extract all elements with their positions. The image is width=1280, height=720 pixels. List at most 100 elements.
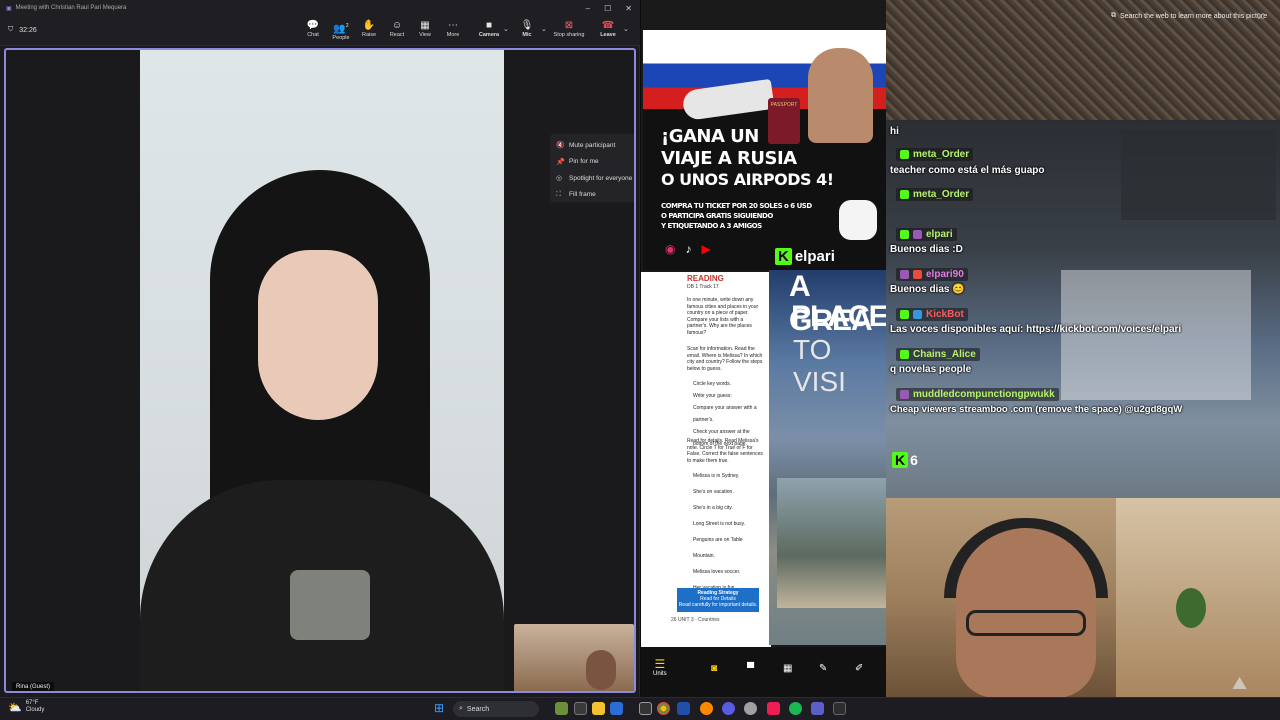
chat-user-6: Chains_Alice	[896, 348, 980, 361]
airpods-graphic	[839, 200, 877, 240]
highlighter-tool-icon[interactable]: ✐	[855, 663, 863, 674]
watermark-logo-icon: ⛰	[1232, 673, 1248, 693]
spotlight-menu-item[interactable]: ◎ Spotlight for everyone	[550, 170, 634, 187]
taskbar-app-1-icon[interactable]	[555, 702, 568, 715]
more-button[interactable]: ⋯ More	[439, 20, 467, 44]
shirt-graphic	[290, 570, 370, 640]
leave-icon: ☎	[601, 20, 615, 31]
audio-tool-icon[interactable]: ◙	[711, 663, 717, 674]
raise-hand-icon: ✋	[362, 20, 376, 31]
exercise-a: In one minute, write down any famous cit…	[687, 297, 759, 336]
page-footer: 26 UNIT 3 · Countries	[671, 617, 720, 623]
textbook-page: READING DB 1 Track 17 In one minute, wri…	[641, 272, 771, 647]
teams-logo-icon: ▣	[6, 5, 12, 12]
units-button[interactable]: ☰ Units	[653, 657, 667, 677]
spotlight-icon: ◎	[556, 175, 563, 183]
title-bar: ▣ Meeting with Christian Raul Pari Meque…	[0, 0, 640, 16]
taskbar-search[interactable]: ⌕ Search	[453, 701, 539, 717]
mute-icon: 🔇	[556, 142, 565, 150]
participant-context-menu: 🔇 Mute participant 📌 Pin for me ◎ Spotli…	[550, 134, 634, 204]
close-icon[interactable]: ✕	[625, 4, 632, 13]
mic-badge-icon	[913, 230, 922, 239]
start-icon[interactable]: ⊞	[434, 701, 444, 715]
true-false-list: Melissa is in Sydney. She's on vacation.…	[693, 473, 746, 591]
kick-logo-icon: K	[775, 248, 792, 265]
react-button[interactable]: ☺ React	[383, 20, 411, 44]
maximize-icon[interactable]: ☐	[604, 4, 611, 13]
sub-badge-icon	[900, 270, 909, 279]
stop-sharing-button[interactable]: ⊠ Stop sharing	[553, 20, 585, 44]
pen-tool-icon[interactable]: ✎	[819, 663, 827, 674]
taskbar-app-7-icon[interactable]	[789, 702, 802, 715]
minimize-icon[interactable]: –	[586, 4, 590, 13]
participant-video[interactable]	[140, 50, 504, 691]
teams-window: ▣ Meeting with Christian Raul Pari Meque…	[0, 0, 640, 697]
video-stage: Rina (Guest) 🔇 Mute participant 📌 Pin fo…	[4, 48, 636, 693]
chat-button[interactable]: 💬 Chat	[299, 20, 327, 44]
taskbar-app-6-icon[interactable]	[744, 702, 757, 715]
promo-line-1: ¡GANA UN	[661, 126, 759, 147]
promo-line-3: O UNOS AIRPODS 4!	[661, 170, 834, 189]
taskbar-app-5-icon[interactable]	[722, 702, 735, 715]
pin-for-me-menu-item[interactable]: 📌 Pin for me	[550, 154, 634, 171]
weather-widget[interactable]: ⛅ 67°F Cloudy	[8, 700, 44, 714]
leave-options-chevron-icon[interactable]: ⌄	[623, 25, 629, 33]
windows-taskbar: ⛅ 67°F Cloudy ⊞ ⌕ Search	[0, 697, 1280, 720]
firefox-icon[interactable]	[700, 702, 713, 715]
streamer-webcam: ⛰	[886, 498, 1280, 697]
tiktok-app-icon[interactable]	[767, 702, 780, 715]
mute-participant-menu-item[interactable]: 🔇 Mute participant	[550, 137, 634, 154]
mic-button[interactable]: 🎙 Mic	[513, 20, 541, 44]
view-icon: ▦	[420, 20, 430, 31]
chat-user-1: meta_Order	[896, 148, 974, 161]
file-explorer-icon[interactable]	[592, 702, 605, 715]
youtube-icon: ▶	[701, 242, 711, 256]
meeting-timer: ⛉ 32:26	[8, 26, 37, 34]
taskbar-app-2-icon[interactable]	[610, 702, 623, 715]
camera-options-chevron-icon[interactable]: ⌄	[503, 25, 509, 33]
bot-badge-icon	[913, 310, 922, 319]
gift-badge-icon	[913, 270, 922, 279]
kick-badge-icon	[900, 230, 909, 239]
city-title-2: PLACE	[791, 300, 889, 333]
teams-app-icon[interactable]	[811, 702, 824, 715]
promo-banner: PASSPORT ¡GANA UN VIAJE A RUSIA O UNOS A…	[643, 30, 886, 270]
city-photo: A GREA PLACE TO VISI	[769, 270, 889, 645]
taskbar-app-3-icon[interactable]	[639, 702, 652, 715]
grid-tool-icon[interactable]: ▦	[783, 663, 792, 674]
people-button[interactable]: 👥2 People	[327, 20, 355, 44]
tiktok-icon: ♪	[685, 242, 692, 256]
mic-options-chevron-icon[interactable]: ⌄	[541, 25, 547, 33]
taskbar-app-8-icon[interactable]	[833, 702, 846, 715]
brand-logo: K elpari	[775, 248, 835, 265]
chat-user-7: muddledcompunctiongpwukk	[896, 388, 1059, 401]
self-view-video[interactable]	[514, 624, 634, 691]
chat-user-4: elpari90	[896, 268, 968, 281]
chat-message-1: teacher como está el más guapo	[890, 165, 1045, 176]
chat-icon: 💬	[306, 20, 320, 31]
chrome-icon[interactable]	[657, 702, 670, 715]
raise-hand-button[interactable]: ✋ Raise	[355, 20, 383, 44]
react-icon: ☺	[391, 20, 403, 31]
timer-value: 32:26	[19, 26, 37, 34]
kick-badge-icon	[900, 150, 909, 159]
leave-button[interactable]: ☎ Leave	[594, 20, 622, 44]
camera-button[interactable]: ■ Camera	[475, 20, 503, 44]
section-title: READING	[687, 274, 724, 283]
units-icon: ☰	[654, 657, 666, 671]
search-web-hint[interactable]: ⧉ Search the web to learn more about thi…	[1111, 12, 1267, 20]
chat-message-6: q novelas people	[890, 364, 972, 375]
search-icon: ⌕	[459, 705, 463, 712]
penguins-photo	[777, 478, 887, 608]
plant	[1176, 588, 1206, 628]
view-button[interactable]: ▦ View	[411, 20, 439, 44]
email-window	[1061, 270, 1251, 400]
expand-icon[interactable]: ⛶	[1258, 12, 1264, 22]
chat-message-3: Buenos dias :D	[890, 244, 963, 255]
page-tool-icon[interactable]: ▀	[747, 663, 754, 674]
chat-message-4: Buenos dias 😊	[890, 284, 965, 295]
taskbar-app-4-icon[interactable]	[677, 702, 690, 715]
exercise-b: Scan for information. Read the email. Wh…	[687, 346, 763, 372]
task-view-icon[interactable]	[574, 702, 587, 715]
fill-frame-menu-item[interactable]: ⛶ Fill frame	[550, 187, 634, 204]
